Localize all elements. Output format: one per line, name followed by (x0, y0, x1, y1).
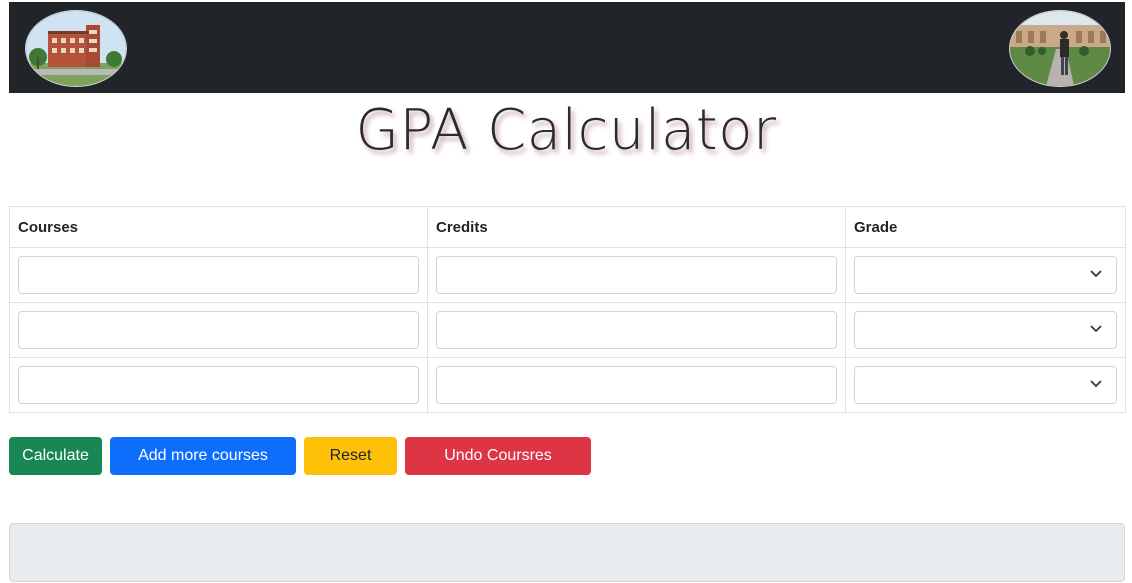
grade-select[interactable] (854, 311, 1117, 349)
courses-column-header: Courses (9, 206, 428, 248)
chevron-down-icon (1090, 270, 1102, 278)
course-input[interactable] (18, 366, 419, 404)
chevron-down-icon (1090, 380, 1102, 388)
person-photo-icon[interactable] (1009, 10, 1111, 87)
table-header-row: Courses Credits Grade (9, 206, 1126, 248)
table-row (9, 247, 1126, 303)
table-row (9, 302, 1126, 358)
result-box (9, 523, 1125, 582)
course-input[interactable] (18, 256, 419, 294)
grade-select-value[interactable] (854, 366, 1117, 404)
calculate-button[interactable]: Calculate (9, 437, 102, 475)
grade-select-value[interactable] (854, 311, 1117, 349)
courses-table: Courses Credits Grade (9, 206, 1126, 413)
chevron-down-icon (1090, 325, 1102, 333)
add-more-courses-button[interactable]: Add more courses (110, 437, 296, 475)
grade-select[interactable] (854, 256, 1117, 294)
grade-select[interactable] (854, 366, 1117, 404)
grade-column-header: Grade (845, 206, 1126, 248)
credits-input[interactable] (436, 366, 837, 404)
credits-input[interactable] (436, 311, 837, 349)
reset-button[interactable]: Reset (304, 437, 397, 475)
course-input[interactable] (18, 311, 419, 349)
top-navbar (9, 2, 1125, 93)
table-row (9, 357, 1126, 413)
credits-column-header: Credits (427, 206, 846, 248)
grade-select-value[interactable] (854, 256, 1117, 294)
building-logo-icon[interactable] (25, 10, 127, 87)
credits-input[interactable] (436, 256, 837, 294)
undo-courses-button[interactable]: Undo Coursres (405, 437, 591, 475)
page-title: GPA Calculator (355, 98, 777, 163)
